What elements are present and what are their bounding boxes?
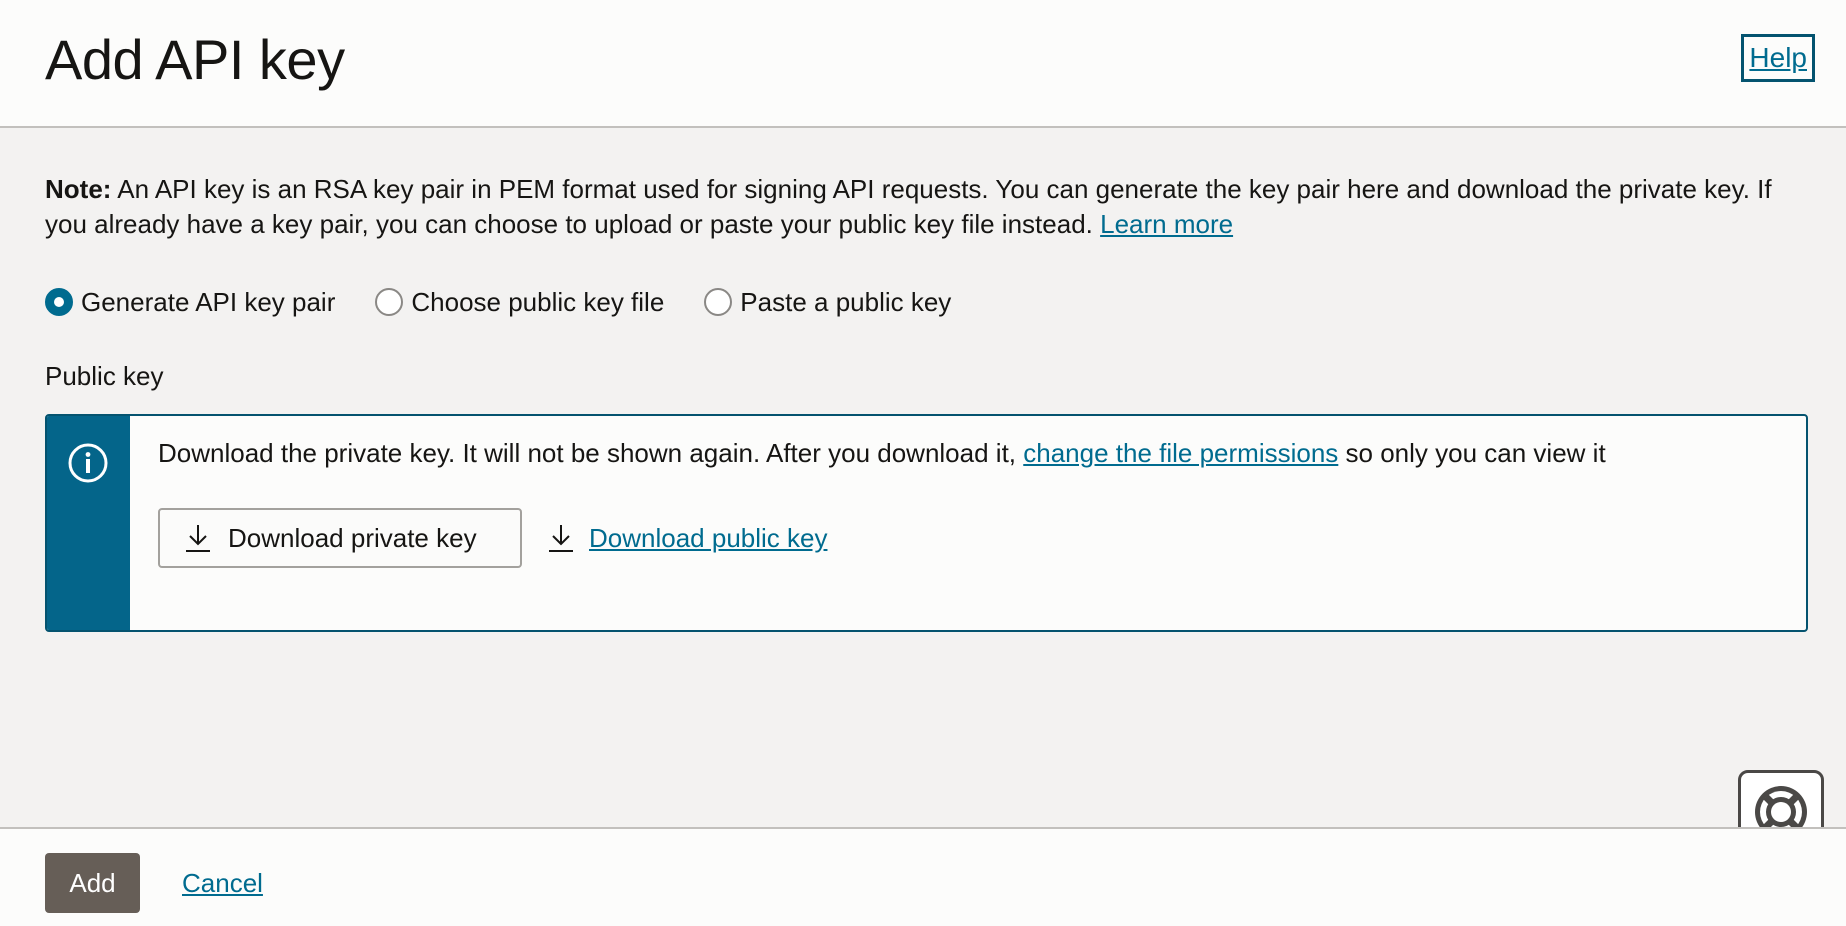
radio-button-checked[interactable] bbox=[45, 288, 73, 316]
radio-button-unchecked[interactable] bbox=[375, 288, 404, 316]
learn-more-link[interactable]: Learn more bbox=[1100, 209, 1233, 239]
add-button[interactable]: Add bbox=[45, 853, 140, 913]
radio-label: Choose public key file bbox=[411, 287, 665, 317]
page-body: Note: An API key is an RSA key pair in P… bbox=[0, 130, 1846, 898]
info-text-after: so only you can view it bbox=[1338, 438, 1606, 468]
radio-choose-public-key-file[interactable]: Choose public key file bbox=[375, 286, 664, 318]
page-title: Add API key bbox=[45, 28, 345, 91]
info-icon bbox=[68, 443, 108, 483]
private-key-info-message: Download the private key. It will not be… bbox=[45, 414, 1808, 632]
download-public-key-link[interactable]: Download public key bbox=[547, 508, 827, 568]
public-key-label: Public key bbox=[45, 361, 164, 391]
note-prefix: Note: bbox=[45, 174, 112, 204]
download-public-key-label: Download public key bbox=[589, 523, 828, 553]
cancel-link[interactable]: Cancel bbox=[182, 867, 263, 899]
help-link[interactable]: Help bbox=[1741, 34, 1815, 82]
download-private-key-label: Download private key bbox=[228, 523, 477, 553]
radio-paste-public-key[interactable]: Paste a public key bbox=[704, 286, 951, 318]
note-text: An API key is an RSA key pair in PEM for… bbox=[45, 174, 1772, 239]
radio-label: Generate API key pair bbox=[81, 287, 336, 317]
download-private-key-button[interactable]: Download private key bbox=[158, 508, 522, 568]
key-source-radio-group: Generate API key pair Choose public key … bbox=[45, 282, 991, 322]
note-paragraph: Note: An API key is an RSA key pair in P… bbox=[45, 172, 1815, 242]
page-footer: Add Cancel bbox=[0, 827, 1846, 926]
info-message-text: Download the private key. It will not be… bbox=[158, 436, 1606, 470]
change-file-permissions-link[interactable]: change the file permissions bbox=[1023, 438, 1338, 468]
page-header: Add API key Help bbox=[0, 0, 1846, 128]
radio-label: Paste a public key bbox=[740, 287, 952, 317]
download-icon bbox=[549, 525, 573, 552]
info-stripe bbox=[47, 416, 130, 630]
radio-generate-key-pair[interactable]: Generate API key pair bbox=[45, 286, 335, 318]
download-icon bbox=[186, 525, 210, 552]
info-text-before: Download the private key. It will not be… bbox=[158, 438, 1024, 468]
radio-button-unchecked[interactable] bbox=[704, 288, 733, 316]
